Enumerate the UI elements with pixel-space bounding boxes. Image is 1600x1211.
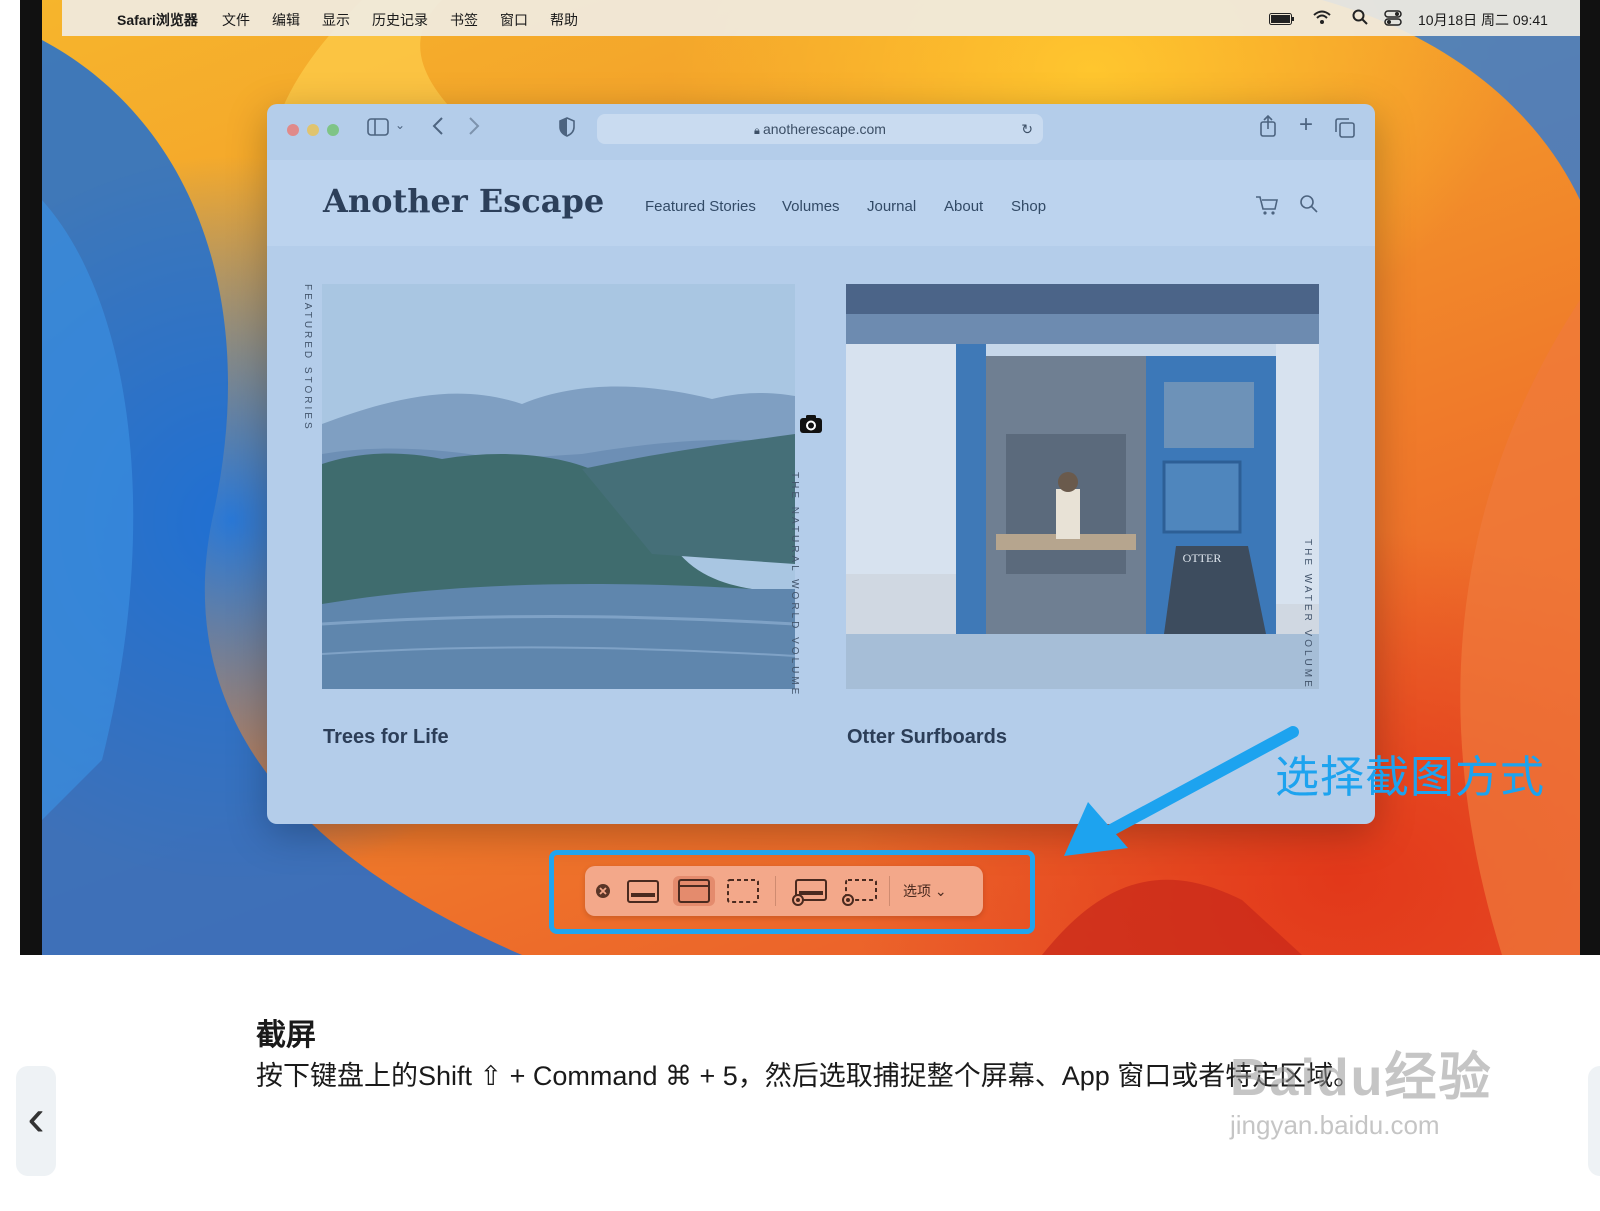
nav-journal[interactable]: Journal (867, 198, 916, 215)
close-window-button[interactable] (287, 124, 299, 136)
forward-icon[interactable] (467, 115, 481, 142)
side-label-water: THE WATER VOLUME (1302, 539, 1313, 690)
toolbar-highlight-box (549, 850, 1035, 934)
otter-sign-text: OTTER (1183, 551, 1222, 565)
lock-icon: 🔒︎ (754, 125, 763, 137)
share-icon[interactable] (1259, 114, 1277, 143)
trees-for-life-photo[interactable] (322, 284, 795, 689)
menu-app-name[interactable]: Safari浏览器 (117, 10, 198, 30)
wifi-icon[interactable] (1312, 9, 1332, 28)
chevron-down-icon[interactable]: ⌄ (395, 118, 405, 132)
reload-icon[interactable]: ↻ (1021, 114, 1033, 144)
menu-item-file[interactable]: 文件 (222, 10, 250, 30)
control-center-icon[interactable] (1384, 10, 1402, 29)
nav-about[interactable]: About (944, 198, 983, 215)
spotlight-search-icon[interactable] (1352, 9, 1368, 28)
site-logo[interactable]: Another Escape (323, 182, 604, 220)
new-tab-icon[interactable]: + (1299, 113, 1313, 137)
menu-clock[interactable]: 10月18日 周二 09:41 (1418, 10, 1548, 30)
site-header: Another Escape Featured Stories Volumes … (267, 160, 1375, 246)
watermark-logo-text: Baidu经验 (1230, 1049, 1493, 1107)
otter-surfboards-photo[interactable]: OTTER (846, 284, 1319, 689)
privacy-shield-icon[interactable] (559, 117, 575, 142)
back-icon[interactable] (431, 115, 445, 142)
watermark-url: jingyan.baidu.com (1230, 1110, 1440, 1140)
side-label-featured: FEATURED STORIES (302, 284, 313, 432)
safari-window: ⌄ 🔒︎ anotherescape.com ↻ + Another Escap… (267, 104, 1375, 824)
menu-item-view[interactable]: 显示 (322, 10, 350, 30)
side-label-natural-world: THE NATURAL WORLD VOLUME (789, 472, 800, 698)
caption-heading: 截屏 (256, 1019, 316, 1052)
sidebar-icon[interactable] (367, 118, 389, 141)
site-search-icon[interactable] (1299, 194, 1319, 219)
previous-slide-button[interactable]: ‹ (16, 1066, 56, 1176)
url-text: anotherescape.com (762, 121, 886, 137)
menu-item-help[interactable]: 帮助 (550, 10, 578, 30)
baidu-watermark: Baidu经验 jingyan.baidu.com (1230, 1035, 1530, 1185)
chevron-left-icon: ‹ (27, 1089, 45, 1147)
nav-volumes[interactable]: Volumes (782, 198, 840, 215)
menu-item-edit[interactable]: 编辑 (272, 10, 300, 30)
battery-icon[interactable] (1269, 12, 1295, 28)
camera-capture-icon[interactable] (799, 414, 823, 439)
menu-bar: Safari浏览器 文件 编辑 显示 历史记录 书签 窗口 帮助 10月18日 … (62, 0, 1580, 36)
menu-item-window[interactable]: 窗口 (500, 10, 528, 30)
zoom-window-button[interactable] (327, 124, 339, 136)
annotation-arrow (1064, 726, 1299, 856)
story-title-trees[interactable]: Trees for Life (323, 726, 449, 749)
minimize-window-button[interactable] (307, 124, 319, 136)
address-bar[interactable]: 🔒︎ anotherescape.com ↻ (597, 114, 1043, 144)
annotation-text: 选择截图方式 (1275, 753, 1545, 802)
story-title-otter[interactable]: Otter Surfboards (847, 726, 1007, 749)
nav-shop[interactable]: Shop (1011, 198, 1046, 215)
menu-item-bookmarks[interactable]: 书签 (450, 10, 478, 30)
menu-item-history[interactable]: 历史记录 (372, 10, 428, 30)
cart-icon[interactable] (1255, 194, 1279, 221)
next-slide-button[interactable] (1588, 1066, 1600, 1176)
caption-body: 按下键盘上的Shift ⇧ + Command ⌘ + 5，然后选取捕捉整个屏幕… (256, 1061, 1361, 1091)
nav-featured-stories[interactable]: Featured Stories (645, 198, 756, 215)
tab-overview-icon[interactable] (1335, 118, 1355, 143)
